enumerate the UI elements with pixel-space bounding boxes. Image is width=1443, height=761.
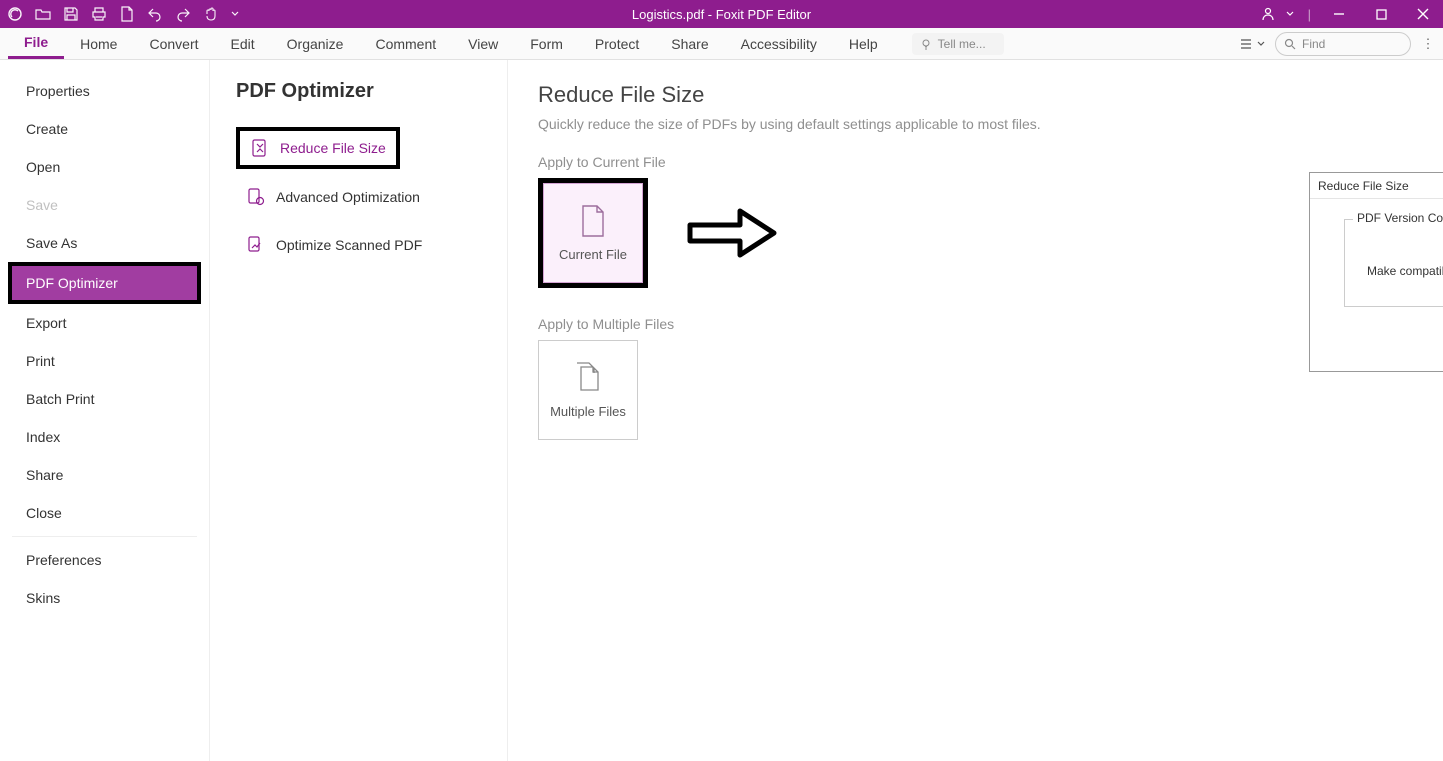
hand-tool-icon[interactable] bbox=[202, 5, 220, 23]
title-bar: Logistics.pdf - Foxit PDF Editor | bbox=[0, 0, 1443, 28]
divider: | bbox=[1308, 7, 1311, 22]
qat-dropdown-icon[interactable] bbox=[230, 5, 240, 23]
option-optimize-scanned-pdf-label: Optimize Scanned PDF bbox=[276, 237, 422, 253]
sidebar-item-preferences[interactable]: Preferences bbox=[0, 541, 209, 579]
window-controls: | bbox=[1254, 4, 1437, 24]
sidebar-item-create[interactable]: Create bbox=[0, 110, 209, 148]
undo-icon[interactable] bbox=[146, 5, 164, 23]
sidebar-item-save-as[interactable]: Save As bbox=[0, 224, 209, 262]
compat-group-legend: PDF Version Compatibility bbox=[1353, 211, 1443, 225]
minimize-button[interactable] bbox=[1325, 4, 1353, 24]
find-placeholder: Find bbox=[1302, 37, 1325, 51]
option-advanced-optimization-label: Advanced Optimization bbox=[276, 189, 420, 205]
sidebar-item-print[interactable]: Print bbox=[0, 342, 209, 380]
compat-groupbox: PDF Version Compatibility Make compatibl… bbox=[1344, 219, 1443, 307]
arrow-right-icon bbox=[684, 205, 780, 261]
apply-current-label: Apply to Current File bbox=[538, 154, 1443, 170]
tab-form[interactable]: Form bbox=[514, 28, 579, 59]
document-icon bbox=[580, 205, 606, 237]
tell-me-search[interactable]: Tell me... bbox=[912, 33, 1004, 55]
tab-protect[interactable]: Protect bbox=[579, 28, 655, 59]
ribbon-list-icon[interactable] bbox=[1239, 37, 1265, 51]
annotation-highlight-current-file-tile: Current File bbox=[538, 178, 648, 288]
close-window-button[interactable] bbox=[1409, 4, 1437, 24]
tile-multiple-files-label: Multiple Files bbox=[550, 404, 626, 419]
apply-multiple-label: Apply to Multiple Files bbox=[538, 316, 1443, 332]
tab-comment[interactable]: Comment bbox=[359, 28, 452, 59]
option-advanced-optimization[interactable]: Advanced Optimization bbox=[236, 177, 499, 217]
reduce-file-size-dialog: Reduce File Size PDF Version Compatibili… bbox=[1309, 172, 1443, 372]
sidebar-item-index[interactable]: Index bbox=[0, 418, 209, 456]
page-icon[interactable] bbox=[118, 5, 136, 23]
dialog-button-row: OK Cancel bbox=[1344, 307, 1443, 359]
account-dropdown-icon[interactable] bbox=[1286, 10, 1294, 18]
tab-home[interactable]: Home bbox=[64, 28, 133, 59]
sidebar-item-share[interactable]: Share bbox=[0, 456, 209, 494]
annotation-highlight-sidebar: PDF Optimizer bbox=[8, 262, 201, 304]
option-reduce-file-size-label: Reduce File Size bbox=[280, 140, 386, 156]
redo-icon[interactable] bbox=[174, 5, 192, 23]
annotation-highlight-reduce-option: Reduce File Size bbox=[236, 127, 400, 169]
tab-view[interactable]: View bbox=[452, 28, 514, 59]
tile-current-file[interactable]: Current File bbox=[543, 183, 643, 283]
open-folder-icon[interactable] bbox=[34, 5, 52, 23]
app-logo-icon bbox=[6, 5, 24, 23]
sidebar-item-close[interactable]: Close bbox=[0, 494, 209, 532]
print-icon[interactable] bbox=[90, 5, 108, 23]
maximize-button[interactable] bbox=[1367, 4, 1395, 24]
sidebar-item-open[interactable]: Open bbox=[0, 148, 209, 186]
window-title: Logistics.pdf - Foxit PDF Editor bbox=[632, 7, 811, 22]
documents-stack-icon bbox=[574, 362, 602, 394]
tab-accessibility[interactable]: Accessibility bbox=[725, 28, 833, 59]
main-subtitle: Quickly reduce the size of PDFs by using… bbox=[538, 116, 1443, 132]
tile-multiple-files[interactable]: Multiple Files bbox=[538, 340, 638, 440]
tab-organize[interactable]: Organize bbox=[271, 28, 360, 59]
find-input[interactable]: Find bbox=[1275, 32, 1411, 56]
tell-me-placeholder: Tell me... bbox=[938, 37, 986, 51]
sidebar-item-save[interactable]: Save bbox=[0, 186, 209, 224]
lightbulb-icon bbox=[920, 38, 932, 50]
backstage-sidebar: Properties Create Open Save Save As PDF … bbox=[0, 60, 210, 761]
sidebar-item-skins[interactable]: Skins bbox=[0, 579, 209, 617]
optimizer-main-panel: Reduce File Size Quickly reduce the size… bbox=[508, 60, 1443, 761]
tab-file[interactable]: File bbox=[8, 28, 64, 59]
apply-multiple-row: Multiple Files bbox=[538, 340, 1443, 440]
tab-convert[interactable]: Convert bbox=[133, 28, 214, 59]
apply-current-row: Current File bbox=[538, 178, 1443, 288]
ribbon-overflow-icon[interactable]: ⋮ bbox=[1421, 36, 1435, 52]
option-reduce-file-size[interactable]: Reduce File Size bbox=[240, 131, 396, 165]
tab-edit[interactable]: Edit bbox=[215, 28, 271, 59]
sidebar-item-batch-print[interactable]: Batch Print bbox=[0, 380, 209, 418]
quick-access-toolbar bbox=[6, 5, 240, 23]
option-optimize-scanned-pdf[interactable]: Optimize Scanned PDF bbox=[236, 225, 499, 265]
dialog-title: Reduce File Size bbox=[1318, 179, 1409, 193]
tab-share[interactable]: Share bbox=[655, 28, 724, 59]
dialog-titlebar: Reduce File Size bbox=[1310, 173, 1443, 199]
search-icon bbox=[1284, 38, 1296, 50]
dialog-body: PDF Version Compatibility Make compatibl… bbox=[1310, 199, 1443, 371]
sidebar-item-properties[interactable]: Properties bbox=[0, 72, 209, 110]
user-account-icon[interactable] bbox=[1254, 4, 1282, 24]
backstage-view: Properties Create Open Save Save As PDF … bbox=[0, 60, 1443, 761]
tab-help[interactable]: Help bbox=[833, 28, 894, 59]
ribbon-tabs: File Home Convert Edit Organize Comment … bbox=[0, 28, 1443, 60]
sidebar-item-export[interactable]: Export bbox=[0, 304, 209, 342]
advanced-opt-icon bbox=[246, 187, 266, 207]
compress-icon bbox=[250, 138, 270, 158]
sidebar-item-pdf-optimizer[interactable]: PDF Optimizer bbox=[12, 266, 197, 300]
optimizer-heading: PDF Optimizer bbox=[236, 80, 499, 103]
sidebar-divider bbox=[12, 536, 197, 537]
main-heading: Reduce File Size bbox=[538, 82, 1443, 108]
optimizer-sublist-panel: PDF Optimizer Reduce File Size Adva bbox=[210, 60, 508, 761]
tile-current-file-label: Current File bbox=[559, 247, 627, 262]
save-icon[interactable] bbox=[62, 5, 80, 23]
compat-field-label: Make compatible with: bbox=[1367, 264, 1443, 278]
scanned-pdf-icon bbox=[246, 235, 266, 255]
